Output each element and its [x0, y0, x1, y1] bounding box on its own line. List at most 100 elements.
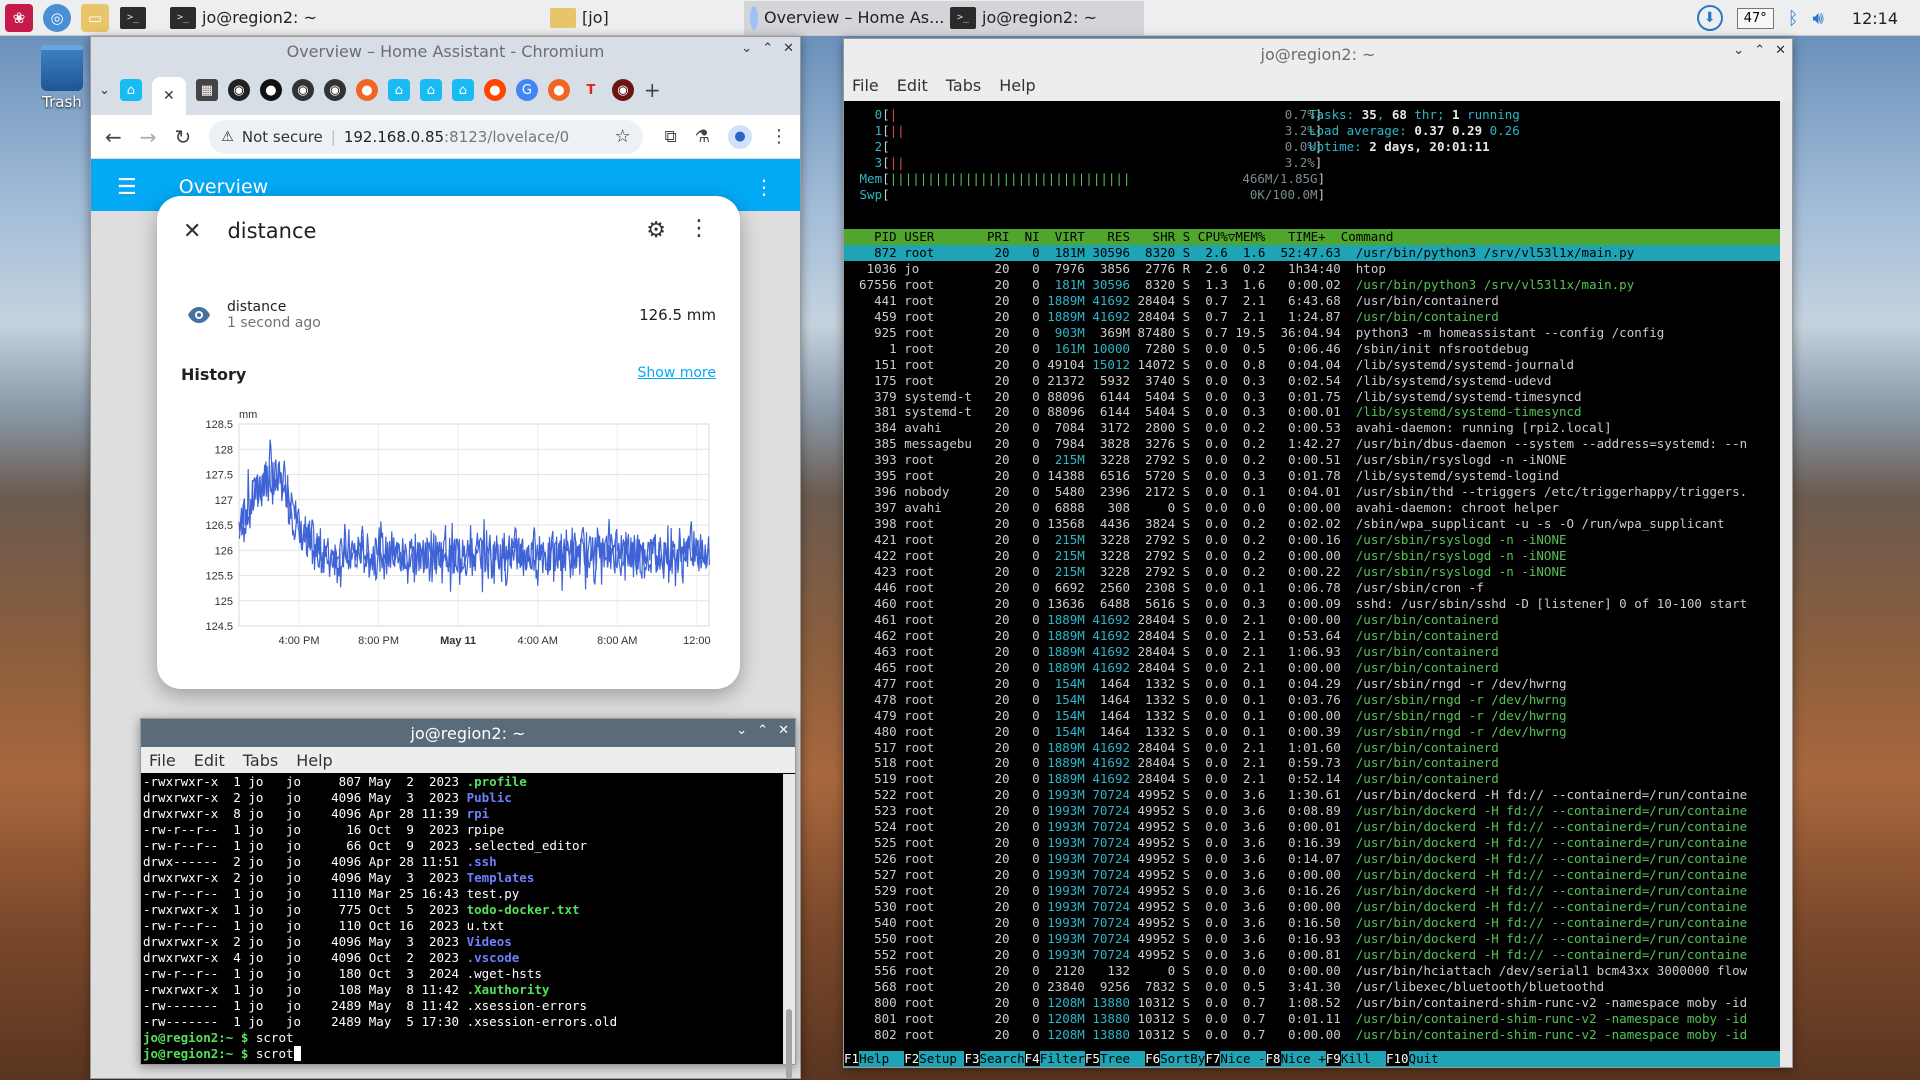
profile-icon[interactable]: ●	[728, 124, 752, 149]
taskbar-window-chromium[interactable]: Overview – Home As...	[744, 0, 944, 35]
maximize-icon[interactable]: ⌃	[762, 41, 773, 56]
tab-home-assistant-icon[interactable]: ⌂	[119, 79, 142, 101]
close-icon[interactable]: ✕	[1775, 43, 1786, 58]
fkey-f5[interactable]: F5	[1084, 1051, 1100, 1067]
entity-row[interactable]: distance 1 second ago 126.5 mm	[187, 292, 716, 338]
tab-home-assistant-icon[interactable]: ⌂	[419, 79, 442, 101]
raspberry-menu-icon[interactable]: ❀	[5, 3, 33, 32]
process-row[interactable]: 540 root 20 0 1993M 70724 49952 S 0.0 3.…	[844, 915, 1780, 931]
fkey-label[interactable]: Filter	[1039, 1051, 1085, 1067]
fkey-f4[interactable]: F4	[1024, 1051, 1040, 1067]
file-manager-launcher-icon[interactable]: ▭	[81, 3, 109, 32]
process-row[interactable]: 1 root 20 0 161M 10000 7280 S 0.0 0.5 0:…	[844, 341, 1780, 357]
process-row[interactable]: 872 root 20 0 181M 30596 8320 S 2.6 1.6 …	[844, 244, 1780, 261]
process-row[interactable]: 395 root 20 0 14388 6516 5720 S 0.0 0.3 …	[844, 468, 1780, 484]
process-row[interactable]: 530 root 20 0 1993M 70724 49952 S 0.0 3.…	[844, 899, 1780, 915]
fkey-label[interactable]: SortBy	[1160, 1051, 1206, 1067]
process-row[interactable]: 524 root 20 0 1993M 70724 49952 S 0.0 3.…	[844, 819, 1780, 835]
terminal-scrollbar[interactable]	[1780, 101, 1792, 1067]
terminal-scrollbar[interactable]	[783, 774, 795, 1079]
tab-reddit-icon[interactable]: ●	[483, 79, 506, 101]
process-row[interactable]: 518 root 20 0 1889M 41692 28404 S 0.0 2.…	[844, 755, 1780, 771]
tab-site-icon[interactable]: ◉	[611, 79, 634, 101]
dialog-menu-icon[interactable]: ⋮	[688, 216, 710, 241]
tab-site-icon[interactable]: ◉	[323, 79, 346, 101]
fkey-label[interactable]: Nice -	[1220, 1051, 1266, 1067]
process-row[interactable]: 462 root 20 0 1889M 41692 28404 S 0.0 2.…	[844, 628, 1780, 644]
process-row[interactable]: 801 root 20 0 1208M 13880 10312 S 0.0 0.…	[844, 1011, 1780, 1027]
process-row[interactable]: 463 root 20 0 1889M 41692 28404 S 0.0 2.…	[844, 644, 1780, 660]
fkey-f6[interactable]: F6	[1145, 1051, 1161, 1067]
tab-home-assistant-icon[interactable]: ⌂	[387, 79, 410, 101]
forward-icon[interactable]: →	[140, 125, 157, 149]
volume-icon[interactable]: 🔊︎	[1813, 8, 1824, 29]
tab-close-icon[interactable]: ✕	[163, 88, 175, 104]
back-icon[interactable]: ←	[105, 125, 122, 149]
fkey-label[interactable]: Help	[859, 1051, 905, 1067]
process-row[interactable]: 522 root 20 0 1993M 70724 49952 S 0.0 3.…	[844, 787, 1780, 803]
process-row[interactable]: 800 root 20 0 1208M 13880 10312 S 0.0 0.…	[844, 995, 1780, 1011]
fkey-label[interactable]: Kill	[1340, 1051, 1386, 1067]
close-icon[interactable]: ✕	[778, 723, 789, 738]
fkey-f7[interactable]: F7	[1205, 1051, 1221, 1067]
fkey-f1[interactable]: F1	[844, 1051, 860, 1067]
menu-edit[interactable]: Edit	[897, 76, 928, 95]
settings-gear-icon[interactable]: ⚙	[646, 218, 666, 243]
process-row[interactable]: 465 root 20 0 1889M 41692 28404 S 0.0 2.…	[844, 660, 1780, 676]
process-row[interactable]: 396 nobody 20 0 5480 2396 2172 S 0.0 0.1…	[844, 484, 1780, 500]
process-row[interactable]: 527 root 20 0 1993M 70724 49952 S 0.0 3.…	[844, 867, 1780, 883]
scrollbar-thumb[interactable]	[786, 1009, 792, 1079]
cpu-temperature[interactable]: 47°	[1736, 7, 1774, 29]
process-row[interactable]: 526 root 20 0 1993M 70724 49952 S 0.0 3.…	[844, 851, 1780, 867]
fkey-f10[interactable]: F10	[1385, 1051, 1409, 1067]
process-row[interactable]: 478 root 20 0 154M 1464 1332 S 0.0 0.1 0…	[844, 692, 1780, 708]
process-row[interactable]: 384 avahi 20 0 7084 3172 2800 S 0.0 0.2 …	[844, 420, 1780, 436]
process-row[interactable]: 568 root 20 0 23840 9256 7832 S 0.0 0.5 …	[844, 979, 1780, 995]
not-secure-label[interactable]: Not secure	[242, 128, 323, 146]
process-row[interactable]: 479 root 20 0 154M 1464 1332 S 0.0 0.1 0…	[844, 708, 1780, 724]
process-row[interactable]: 550 root 20 0 1993M 70724 49952 S 0.0 3.…	[844, 931, 1780, 947]
htop-screen[interactable]: 0[| 0.7%] 1[|| 3.2%] 2[ 0.0%] 3[|| 3.2%]…	[844, 101, 1780, 1067]
taskbar-window-terminal-2[interactable]: >_ jo@region2: ~	[944, 0, 1144, 35]
dialog-close-icon[interactable]: ✕	[183, 219, 201, 244]
show-more-link[interactable]: Show more	[638, 365, 717, 381]
tab-grid-icon[interactable]: ▦	[195, 79, 218, 101]
tab-orange-icon[interactable]: ●	[547, 79, 570, 101]
process-row[interactable]: 556 root 20 0 2120 132 0 S 0.0 0.0 0:00.…	[844, 963, 1780, 979]
extensions-icon[interactable]: ⧉	[665, 127, 677, 147]
menu-tabs[interactable]: Tabs	[243, 751, 278, 770]
process-row[interactable]: 459 root 20 0 1889M 41692 28404 S 0.7 2.…	[844, 309, 1780, 325]
fkey-f3[interactable]: F3	[964, 1051, 980, 1067]
close-icon[interactable]: ✕	[783, 41, 794, 56]
bookmark-star-icon[interactable]: ☆	[614, 126, 630, 147]
menu-help[interactable]: Help	[296, 751, 332, 770]
bluetooth-icon[interactable]: ᛒ	[1788, 8, 1799, 29]
menu-file[interactable]: File	[852, 76, 879, 95]
clock[interactable]: 12:14	[1852, 9, 1898, 28]
hamburger-menu-icon[interactable]: ☰	[117, 175, 137, 200]
process-row[interactable]: 525 root 20 0 1993M 70724 49952 S 0.0 3.…	[844, 835, 1780, 851]
tab-site-icon[interactable]: ◉	[291, 79, 314, 101]
process-row[interactable]: 802 root 20 0 1208M 13880 10312 S 0.0 0.…	[844, 1027, 1780, 1043]
browser-menu-icon[interactable]: ⋮	[770, 126, 788, 147]
process-row[interactable]: 421 root 20 0 215M 3228 2792 S 0.0 0.2 0…	[844, 532, 1780, 548]
process-row[interactable]: 461 root 20 0 1889M 41692 28404 S 0.0 2.…	[844, 612, 1780, 628]
process-row[interactable]: 925 root 20 0 903M 369M 87480 S 0.7 19.5…	[844, 325, 1780, 341]
terminal-launcher-icon[interactable]: >_	[120, 6, 146, 29]
process-row[interactable]: 477 root 20 0 154M 1464 1332 S 0.0 0.1 0…	[844, 676, 1780, 692]
process-row[interactable]: 519 root 20 0 1889M 41692 28404 S 0.0 2.…	[844, 771, 1780, 787]
ha-overflow-menu-icon[interactable]: ⋮	[754, 175, 774, 199]
minimize-icon[interactable]: ⌄	[736, 723, 747, 738]
fkey-f2[interactable]: F2	[904, 1051, 920, 1067]
process-row[interactable]: 397 avahi 20 0 6888 308 0 S 0.0 0.0 0:00…	[844, 500, 1780, 516]
labs-flask-icon[interactable]: ⚗	[695, 127, 710, 147]
process-row[interactable]: 379 systemd-t 20 0 88096 6144 5404 S 0.0…	[844, 389, 1780, 405]
process-row[interactable]: 441 root 20 0 1889M 41692 28404 S 0.7 2.…	[844, 293, 1780, 309]
process-row[interactable]: 422 root 20 0 215M 3228 2792 S 0.0 0.2 0…	[844, 548, 1780, 564]
tab-globe-icon[interactable]: ◉	[227, 79, 250, 101]
terminal-output[interactable]: -rwxrwxr-x 1 jo jo 807 May 2 2023 .profi…	[141, 774, 783, 1064]
tab-github-icon[interactable]: ●	[259, 79, 282, 101]
tab-home-assistant-icon[interactable]: ⌂	[451, 79, 474, 101]
menu-tabs[interactable]: Tabs	[946, 76, 981, 95]
process-row[interactable]: 529 root 20 0 1993M 70724 49952 S 0.0 3.…	[844, 883, 1780, 899]
